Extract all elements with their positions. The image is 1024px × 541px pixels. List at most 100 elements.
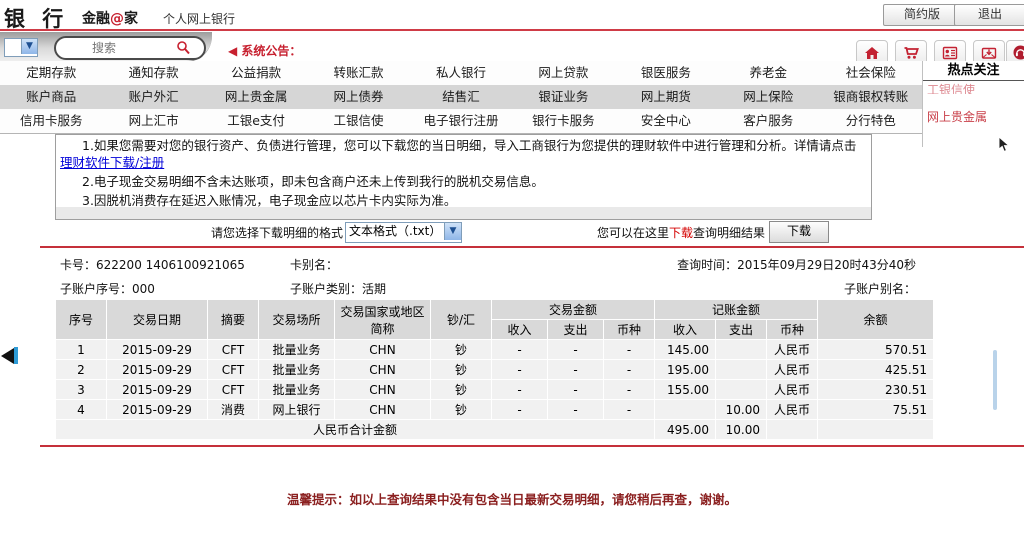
notice-line-1: 1.如果您需要对您的银行资产、负债进行管理，您可以下载您的当日明细，导入工商银行…	[56, 135, 871, 171]
nav-item[interactable]: 银证业务	[512, 85, 614, 109]
download-hint: 您可以在这里下载查询明细结果	[597, 224, 765, 241]
col-header-balance: 余额	[818, 300, 933, 339]
scrollbar-thumb[interactable]	[993, 350, 997, 410]
download-format-label: 请您选择下载明细的格式	[190, 224, 343, 241]
nav-item[interactable]: 信用卡服务	[0, 109, 102, 133]
collapse-panel-arrow-icon[interactable]	[1, 348, 14, 364]
notice-box: 1.如果您需要对您的银行资产、负债进行管理，您可以下载您的当日明细，导入工商银行…	[55, 134, 872, 220]
nav-item[interactable]: 工银信使	[307, 109, 409, 133]
table-row: 22015-09-29 CFT批量业务 CHN钞 -- -195.00 人民币 …	[56, 360, 933, 379]
table-header-row: 序号 交易日期 摘要 交易场所 交易国家或地区简称 钞/汇 交易金额 记账金额 …	[56, 300, 933, 319]
warning-tip: 温馨提示：如以上查询结果中没有包含当日最新交易明细，请您稍后再查，谢谢。	[0, 489, 1024, 508]
nav-item[interactable]: 网上贵金属	[205, 85, 307, 109]
contacts-icon	[942, 45, 958, 61]
nav-item[interactable]: 网上贷款	[512, 61, 614, 85]
nav-item[interactable]: 转账汇款	[307, 61, 409, 85]
col-header-seq: 序号	[56, 300, 106, 339]
search-icon[interactable]	[176, 40, 191, 55]
search-box[interactable]	[54, 36, 206, 60]
nav-item[interactable]: 安全中心	[615, 109, 717, 133]
nav-item[interactable]: 定期存款	[0, 61, 102, 85]
nav-item[interactable]: 工银e支付	[205, 109, 307, 133]
separator-line-top	[40, 246, 1024, 248]
query-time: 查询时间：2015年09月29日20时43分40秒	[600, 256, 916, 273]
sub-account-seq: 子账户序号：000	[60, 280, 155, 297]
collapse-panel-handle[interactable]	[14, 347, 18, 364]
total-expense: 10.00	[716, 420, 766, 439]
nav-item[interactable]: 账户商品	[0, 85, 102, 109]
format-select[interactable]: 文本格式（.txt） ▼	[345, 222, 462, 243]
nav-item[interactable]: 电子银行注册	[410, 109, 512, 133]
nav-item[interactable]: 网上汇市	[102, 109, 204, 133]
nav-item[interactable]: 客户服务	[717, 109, 819, 133]
chevron-down-icon[interactable]: ▼	[444, 223, 461, 240]
nav-item[interactable]: 网上保险	[717, 85, 819, 109]
home-icon	[864, 45, 880, 61]
notice-footer-strip	[56, 207, 871, 219]
bank-logo: 银 行	[4, 3, 68, 33]
transaction-table: 序号 交易日期 摘要 交易场所 交易国家或地区简称 钞/汇 交易金额 记账金额 …	[55, 299, 934, 440]
nav-item[interactable]: 银行卡服务	[512, 109, 614, 133]
hot-topic-link[interactable]: 工银信使	[923, 81, 1024, 94]
brand-title: 金融@家	[82, 8, 138, 28]
sub-account-type: 子账户类别：活期	[290, 280, 386, 297]
table-row: 42015-09-29 消费网上银行 CHN钞 -- - 10.00人民币 75…	[56, 400, 933, 419]
speaker-icon: ◀	[228, 44, 237, 58]
announcement-label: 系统公告：	[241, 44, 301, 58]
format-select-value: 文本格式（.txt）	[349, 224, 441, 238]
nav-item[interactable]: 账户外汇	[102, 85, 204, 109]
hot-topics-panel: 热点关注 工银信使 网上贵金属	[922, 61, 1024, 147]
col-header-book-in: 收入	[655, 320, 715, 339]
nav-row-3: 信用卡服务 网上汇市 工银e支付 工银信使 电子银行注册 银行卡服务 安全中心 …	[0, 109, 922, 134]
table-row: 12015-09-29 CFT批量业务 CHN钞 -- -145.00 人民币 …	[56, 340, 933, 359]
col-header-book-out: 支出	[716, 320, 766, 339]
finance-software-link[interactable]: 理财软件下载/注册	[60, 155, 164, 170]
quick-select[interactable]: ▼	[4, 38, 38, 57]
headset-icon	[1012, 44, 1024, 61]
col-group-transaction-amount: 交易金额	[492, 300, 654, 319]
nav-row-2: 账户商品 账户外汇 网上贵金属 网上债券 结售汇 银证业务 网上期货 网上保险 …	[0, 85, 922, 110]
nav-row-1: 定期存款 通知存款 公益捐款 转账汇款 私人银行 网上贷款 银医服务 养老金 社…	[0, 61, 922, 86]
search-input[interactable]	[90, 39, 174, 57]
col-header-txn-out: 支出	[548, 320, 603, 339]
mouse-cursor-icon	[998, 136, 1011, 153]
separator-line-bottom	[40, 445, 1024, 447]
col-header-summary: 摘要	[208, 300, 258, 339]
nav-item[interactable]: 银医服务	[615, 61, 717, 85]
download-hint-link[interactable]: 下载	[669, 226, 693, 240]
total-income: 495.00	[655, 420, 715, 439]
nav-item[interactable]: 社会保险	[820, 61, 922, 85]
exit-button[interactable]: 退出	[954, 4, 1024, 26]
hot-topics-title: 热点关注	[923, 61, 1024, 81]
total-label: 人民币合计金额	[56, 420, 654, 439]
table-total-row: 人民币合计金额 495.00 10.00	[56, 420, 933, 439]
nav-item[interactable]: 养老金	[717, 61, 819, 85]
col-header-place: 交易场所	[259, 300, 334, 339]
nav-item[interactable]: 银商银权转账	[820, 85, 922, 109]
col-header-date: 交易日期	[107, 300, 207, 339]
nav-item[interactable]: 网上期货	[615, 85, 717, 109]
page-subtitle: 个人网上银行	[163, 10, 235, 27]
col-header-book-cur: 币种	[767, 320, 817, 339]
system-announcement: ◀ 系统公告：	[228, 42, 301, 59]
nav-item[interactable]: 分行特色	[820, 109, 922, 133]
table-row: 32015-09-29 CFT批量业务 CHN钞 -- -155.00 人民币 …	[56, 380, 933, 399]
col-header-cash: 钞/汇	[431, 300, 491, 339]
hot-topic-link[interactable]: 网上贵金属	[923, 94, 1024, 127]
card-number: 卡号：622200 1406100921065	[60, 256, 245, 273]
nav-item[interactable]: 结售汇	[410, 85, 512, 109]
nav-item[interactable]: 私人银行	[410, 61, 512, 85]
col-header-region: 交易国家或地区简称	[335, 300, 430, 339]
col-header-txn-in: 收入	[492, 320, 547, 339]
chevron-down-icon[interactable]: ▼	[21, 39, 37, 54]
top-header	[0, 0, 1024, 31]
nav-item[interactable]: 通知存款	[102, 61, 204, 85]
download-button[interactable]: 下载	[769, 221, 829, 243]
mail-download-icon	[981, 45, 997, 61]
cart-icon	[903, 45, 919, 61]
sub-account-alias: 子账户别名：	[600, 280, 916, 297]
simple-version-button[interactable]: 简约版	[883, 4, 961, 26]
nav-item[interactable]: 公益捐款	[205, 61, 307, 85]
col-header-txn-cur: 币种	[604, 320, 654, 339]
nav-item[interactable]: 网上债券	[307, 85, 409, 109]
